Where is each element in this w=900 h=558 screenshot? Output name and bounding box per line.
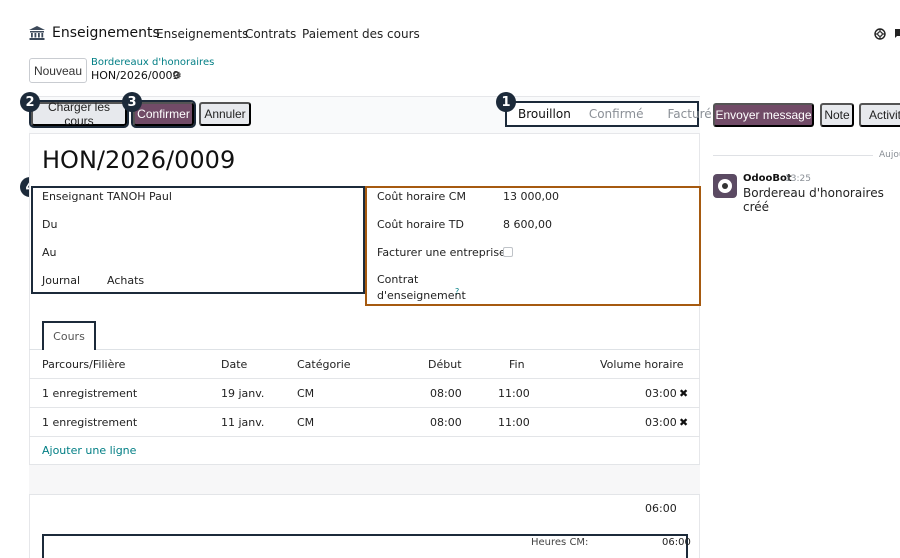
cell-end[interactable]: 11:00 [498,387,530,400]
contract-label-line1: Contrat [377,273,419,286]
hours-cm-label: Heures CM: [531,537,589,548]
page-title: HON/2026/0009 [42,146,236,174]
tabs-divider [29,349,700,350]
invoice-company-label: Facturer une entreprise [377,246,506,259]
table-empty-row [29,465,700,495]
table-divider [29,494,700,495]
chatter-date-label: Aujou [879,150,900,160]
annotation-badge-2: 2 [20,92,40,112]
annotation-badge-1: 1 [496,92,516,112]
nav-item-paiement[interactable]: Paiement des cours [302,27,420,41]
cell-category[interactable]: CM [297,416,314,429]
cost-td-label: Coût horaire TD [377,218,464,231]
nav-item-enseignements[interactable]: Enseignements [156,27,248,41]
cell-path[interactable]: 1 enregistrement [42,416,137,429]
total-volume: 06:00 [645,502,677,515]
message-body: Bordereau d'honoraires créé [743,186,884,214]
cell-volume[interactable]: 03:00 [645,416,677,429]
delete-row-icon[interactable]: ✖ [679,387,688,400]
breadcrumb-parent[interactable]: Bordereaux d'honoraires [91,57,214,68]
cell-category[interactable]: CM [297,387,314,400]
note-button[interactable]: Note [820,103,854,127]
to-label: Au [42,246,57,259]
invoice-company-checkbox[interactable] [503,247,513,257]
cost-cm-label: Coût horaire CM [377,190,466,203]
new-button[interactable]: Nouveau [29,58,87,83]
highlight-box-7 [42,534,688,558]
contract-field[interactable] [503,281,688,295]
column-header-volume[interactable]: Volume horaire [600,358,683,371]
journal-field[interactable]: Achats [107,274,144,287]
status-invoiced[interactable]: Facturé [652,103,720,125]
journal-label: Journal [42,274,81,287]
cell-path[interactable]: 1 enregistrement [42,387,137,400]
message-time: 13:25 [785,174,811,184]
institution-icon[interactable] [29,26,45,40]
nav-item-contrats[interactable]: Contrats [245,27,296,41]
from-label: Du [42,218,58,231]
contract-label-line2: d'enseignement [377,289,466,302]
chat-icon[interactable] [893,28,900,40]
activities-button[interactable]: Activité [859,103,900,127]
cell-volume[interactable]: 03:00 [645,387,677,400]
chatter-date-divider [713,155,873,156]
load-courses-button[interactable]: Charger les cours [29,100,129,128]
status-confirmed[interactable]: Confirmé [581,103,652,125]
app-name[interactable]: Enseignements [52,25,160,41]
tab-cours[interactable]: Cours [42,321,96,350]
help-tooltip-icon[interactable]: ? [455,287,459,296]
status-draft[interactable]: Brouillon [507,103,581,125]
cell-date[interactable]: 19 janv. [221,387,264,400]
cancel-button[interactable]: Annuler [199,102,251,126]
teacher-label: Enseignant [42,190,104,203]
cost-td-field[interactable]: 8 600,00 [503,218,552,231]
from-date-field[interactable] [107,218,347,232]
column-header-date[interactable]: Date [221,358,247,371]
table-divider [29,436,700,437]
send-message-button[interactable]: Envoyer message [713,103,814,127]
add-line-link[interactable]: Ajouter une ligne [42,444,136,457]
status-bar: Brouillon Confirmé Facturé [505,101,712,127]
annotation-badge-3: 3 [122,92,142,112]
confirm-button[interactable]: Confirmer [131,100,196,128]
cell-start[interactable]: 08:00 [430,387,462,400]
delete-row-icon[interactable]: ✖ [679,416,688,429]
cell-start[interactable]: 08:00 [430,416,462,429]
cell-end[interactable]: 11:00 [498,416,530,429]
breadcrumb-current: HON/2026/0009 [91,69,180,82]
column-header-start[interactable]: Début [428,358,462,371]
hours-cm-value: 06:00 [662,537,691,548]
cell-date[interactable]: 11 janv. [221,416,264,429]
column-header-path[interactable]: Parcours/Filière [42,358,125,371]
cost-cm-field[interactable]: 13 000,00 [503,190,559,203]
to-date-field[interactable] [107,246,347,260]
lifebuoy-icon[interactable] [874,28,886,40]
column-header-category[interactable]: Catégorie [297,358,351,371]
gear-icon[interactable]: ⚙ [172,69,182,82]
column-header-end[interactable]: Fin [509,358,525,371]
bot-eye-icon [722,183,728,189]
teacher-field[interactable]: TANOH Paul [107,190,172,203]
